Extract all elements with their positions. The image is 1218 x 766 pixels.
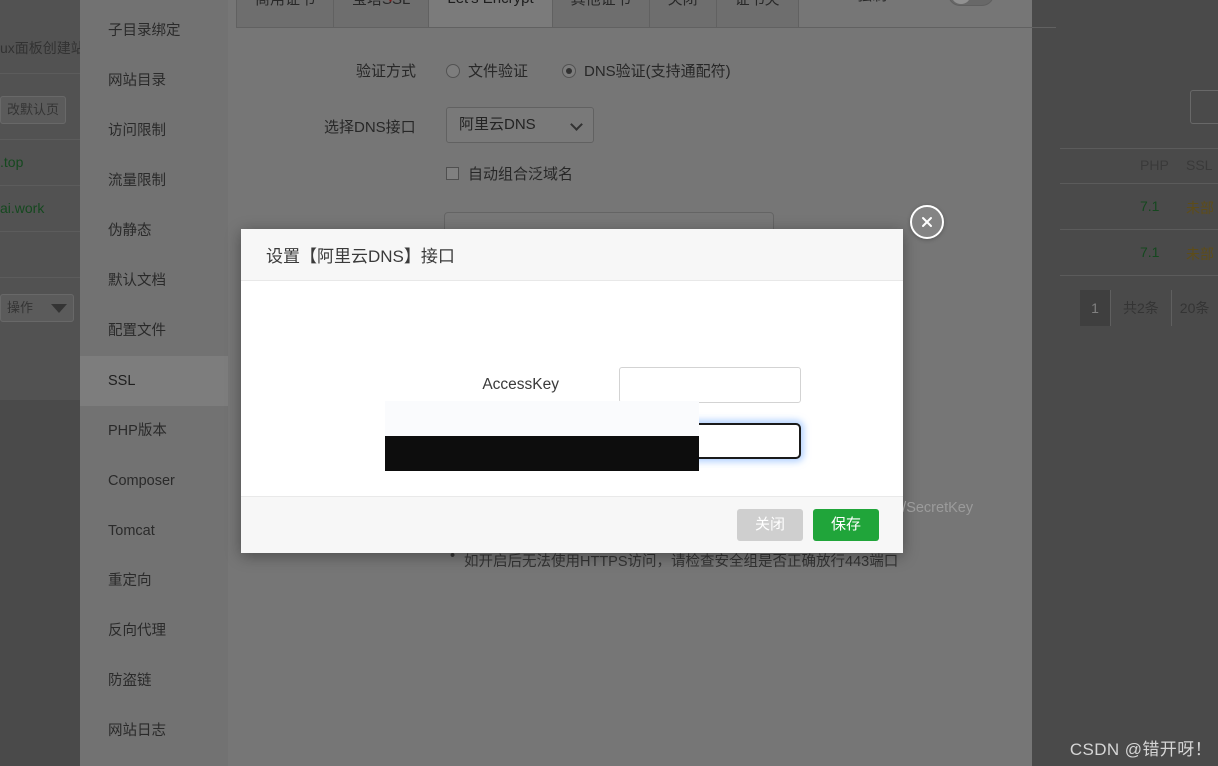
dialog-title: 设置【阿里云DNS】接口 [266,247,455,266]
screen: ux面板创建站 改默认页 .top ai.work 操作 PHP SSL 7.1… [0,0,1218,766]
cancel-button[interactable]: 关闭 [736,509,803,541]
redaction-overlay-light [385,401,699,437]
redaction-overlay-black [385,436,699,471]
save-button[interactable]: 保存 [812,509,879,541]
dialog-header: 设置【阿里云DNS】接口 [241,229,903,281]
csdn-watermark: CSDN @错开呀！ [1069,740,1212,759]
dialog-footer: 关闭 保存 [241,496,903,553]
dialog-body: AccessKey SecretKey 阿里云控制台》用户头像》accesske… [241,281,973,516]
accesskey-input[interactable] [619,367,801,403]
dns-api-settings-dialog: 设置【阿里云DNS】接口 AccessKey SecretKey 阿里云控制台》… [241,205,973,553]
close-icon[interactable] [910,205,944,239]
